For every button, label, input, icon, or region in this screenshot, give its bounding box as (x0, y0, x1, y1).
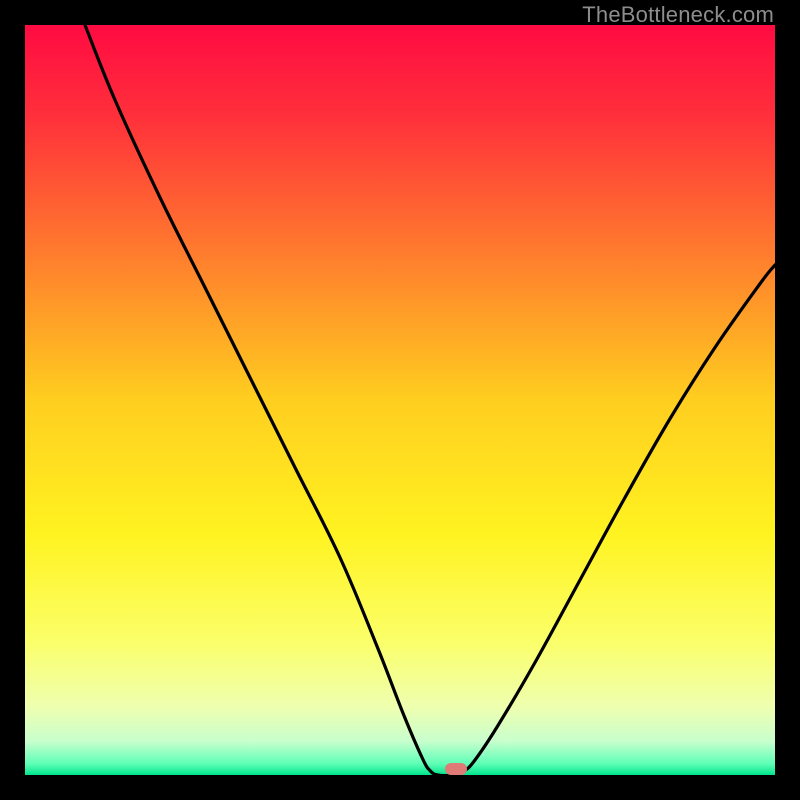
plot-area (25, 25, 775, 775)
watermark-text: TheBottleneck.com (582, 2, 774, 28)
chart-container: TheBottleneck.com (0, 0, 800, 800)
bottleneck-curve (25, 25, 775, 775)
optimal-marker (445, 763, 467, 775)
